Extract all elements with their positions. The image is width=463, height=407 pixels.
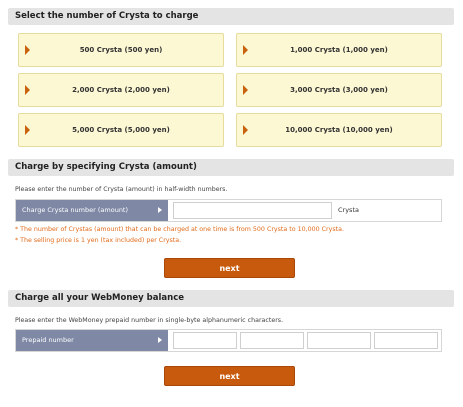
amount-description: Please enter the number of Crysta (amoun… [15,186,228,193]
price-note: * The selling price is 1 yen (tax includ… [15,237,182,244]
next-button-amount[interactable]: next [164,258,295,278]
prepaid-field-label: Prepaid number [16,330,168,351]
webmoney-description: Please enter the WebMoney prepaid number… [15,317,284,324]
webmoney-header: Charge all your WebMoney balance [8,290,454,307]
amount-limit-note: * The number of Crystas (amount) that ca… [15,226,344,233]
crysta-option-2000[interactable]: 2,000 Crysta (2,000 yen) [18,73,224,107]
prepaid-field-label-text: Prepaid number [22,336,74,344]
crysta-amount-input[interactable] [173,202,332,219]
crysta-option-1000[interactable]: 1,000 Crysta (1,000 yen) [236,33,442,67]
crysta-option-label: 1,000 Crysta (1,000 yen) [290,46,388,54]
crysta-option-label: 5,000 Crysta (5,000 yen) [72,126,170,134]
crysta-option-5000[interactable]: 5,000 Crysta (5,000 yen) [18,113,224,147]
amount-field-label: Charge Crysta number (amount) [16,200,168,221]
select-crysta-header: Select the number of Crysta to charge [8,8,454,25]
crysta-option-3000[interactable]: 3,000 Crysta (3,000 yen) [236,73,442,107]
crysta-option-10000[interactable]: 10,000 Crysta (10,000 yen) [236,113,442,147]
crysta-option-label: 500 Crysta (500 yen) [79,46,163,54]
prepaid-input-1[interactable] [173,332,237,349]
caret-right-icon [158,337,162,343]
amount-field-row: Charge Crysta number (amount) Crysta [15,199,442,222]
prepaid-field-row: Prepaid number [15,329,442,352]
specify-amount-header: Charge by specifying Crysta (amount) [8,159,454,176]
prepaid-input-3[interactable] [307,332,371,349]
prepaid-input-4[interactable] [374,332,438,349]
crysta-option-label: 10,000 Crysta (10,000 yen) [285,126,393,134]
crysta-option-500[interactable]: 500 Crysta (500 yen) [18,33,224,67]
crysta-option-label: 2,000 Crysta (2,000 yen) [72,86,170,94]
caret-right-icon [158,207,162,213]
amount-field-label-text: Charge Crysta number (amount) [22,206,129,214]
prepaid-input-2[interactable] [240,332,304,349]
crysta-option-label: 3,000 Crysta (3,000 yen) [290,86,388,94]
next-button-webmoney[interactable]: next [164,366,295,386]
crysta-unit-label: Crysta [338,206,359,214]
